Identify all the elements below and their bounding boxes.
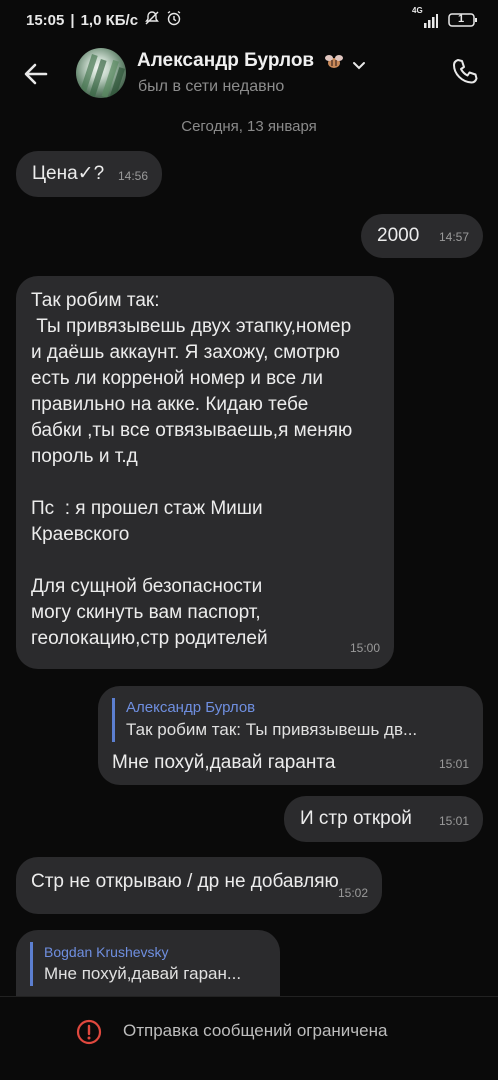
chevron-down-icon[interactable] (352, 58, 366, 70)
signal-icon: 4G (412, 6, 438, 28)
status-bar: 15:05 | 1,0 КБ/с 4G 1 (0, 0, 498, 40)
call-button[interactable] (450, 56, 480, 86)
avatar[interactable] (76, 48, 126, 98)
status-divider: | (70, 11, 75, 29)
message-time: 14:57 (438, 230, 469, 244)
message-incoming[interactable]: Цена✓? 14:56 (16, 151, 162, 197)
mute-icon (144, 10, 160, 30)
message-outgoing[interactable]: 2000 14:57 (361, 214, 483, 258)
contact-status: был в сети недавно (138, 78, 285, 95)
message-time: 15:01 (438, 757, 469, 771)
alarm-icon (166, 10, 182, 30)
status-right: 4G 1 (412, 6, 478, 28)
message-text: Стр не открываю / др не добавляю (31, 871, 339, 892)
network-type: 4G (412, 6, 423, 15)
reply-author: Александр Бурлов (126, 699, 256, 716)
battery-level: 1 (458, 13, 465, 25)
reply-snippet: Мне похуй,давай гаран... (44, 964, 242, 983)
reply-author: Bogdan Krushevsky (44, 944, 169, 960)
message-time: 15:00 (349, 641, 380, 655)
contact-name[interactable]: Александр Бурлов (137, 50, 314, 72)
back-button[interactable] (20, 58, 52, 90)
chat-header: Александр Бурлов был в сети недавно (0, 40, 498, 110)
message-text: 2000 (377, 225, 420, 246)
warning-icon (76, 1019, 102, 1045)
message-outgoing-reply[interactable]: Александр Бурлов Так робим так: Ты привя… (98, 686, 483, 785)
bee-emoji-icon (323, 50, 345, 72)
message-text: Мне похуй,давай гаранта (112, 752, 336, 773)
message-outgoing[interactable]: И стр открой 15:01 (284, 796, 483, 842)
battery-icon: 1 (448, 12, 478, 28)
phone-icon (453, 59, 478, 84)
status-speed: 1,0 КБ/с (80, 11, 139, 29)
message-text: Так робим так: Ты привязывешь двух этапк… (31, 290, 353, 649)
status-left: 15:05 | 1,0 КБ/с (26, 10, 182, 30)
arrow-left-icon (24, 63, 48, 85)
message-time: 15:01 (438, 814, 469, 828)
message-time: 15:02 (337, 886, 368, 900)
reply-quote[interactable]: Bogdan Krushevsky Мне похуй,давай гаран.… (30, 942, 266, 986)
message-time: 14:56 (117, 169, 148, 183)
restriction-text: Отправка сообщений ограничена (123, 1021, 388, 1040)
status-time: 15:05 (26, 11, 65, 29)
date-separator: Сегодня, 13 января (181, 118, 317, 135)
message-incoming[interactable]: Так робим так: Ты привязывешь двух этапк… (16, 276, 394, 669)
reply-quote[interactable]: Александр Бурлов Так робим так: Ты привя… (112, 698, 469, 742)
message-text: И стр открой (300, 808, 412, 829)
restriction-footer: Отправка сообщений ограничена (0, 996, 498, 1080)
message-incoming[interactable]: Стр не открываю / др не добавляю 15:02 (16, 857, 382, 914)
message-text: Цена✓? (32, 163, 105, 184)
reply-snippet: Так робим так: Ты привязывешь дв... (126, 720, 418, 739)
